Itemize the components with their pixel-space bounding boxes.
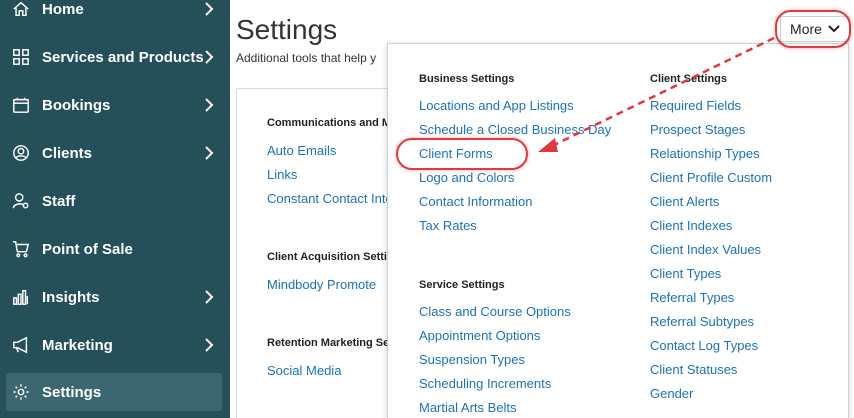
- page-subtitle: Additional tools that help y: [236, 51, 377, 65]
- more-annotation-circle: [775, 10, 851, 48]
- menu-item-index-values[interactable]: Client Index Values: [650, 242, 761, 257]
- sidebar-item-marketing[interactable]: Marketing: [6, 326, 222, 364]
- settings-link[interactable]: Mindbody Promote: [267, 277, 389, 292]
- chevron-right-icon: [204, 98, 218, 112]
- business-settings-heading: Business Settings: [419, 73, 515, 85]
- client-settings-heading: Client Settings: [650, 73, 728, 85]
- bar-chart-icon: [11, 287, 31, 307]
- calendar-icon: [11, 95, 31, 115]
- menu-item-contact-log[interactable]: Contact Log Types: [650, 338, 758, 353]
- chevron-right-icon: [204, 290, 218, 304]
- sidebar-item-label: Point of Sale: [42, 240, 133, 258]
- chevron-right-icon: [204, 338, 218, 352]
- sidebar-item-label: Bookings: [42, 96, 111, 114]
- chevron-right-icon: [204, 146, 218, 160]
- settings-panel: Communications and M Auto Emails Links C…: [236, 88, 396, 418]
- menu-item-appointment[interactable]: Appointment Options: [419, 328, 540, 343]
- more-dropdown-menu: Business Settings Locations and App List…: [387, 43, 849, 418]
- menu-item-logo-colors[interactable]: Logo and Colors: [419, 170, 514, 185]
- menu-item-locations[interactable]: Locations and App Listings: [419, 98, 574, 113]
- user-circle-icon: [11, 143, 31, 163]
- section-heading: Client Acquisition Setti: [267, 251, 387, 263]
- menu-item-client-types[interactable]: Client Types: [650, 266, 721, 281]
- service-settings-heading: Service Settings: [419, 279, 505, 291]
- sidebar-item-label: Clients: [42, 144, 93, 162]
- staff-icon: [11, 191, 31, 211]
- menu-item-client-indexes[interactable]: Client Indexes: [650, 218, 732, 233]
- menu-item-prospect-stages[interactable]: Prospect Stages: [650, 122, 745, 137]
- megaphone-icon: [11, 335, 31, 355]
- menu-item-contact-info[interactable]: Contact Information: [419, 194, 532, 209]
- section-heading: Retention Marketing Se: [267, 337, 389, 349]
- menu-item-suspension[interactable]: Suspension Types: [419, 352, 525, 367]
- settings-link[interactable]: Social Media: [267, 363, 389, 378]
- menu-item-referral-subtypes[interactable]: Referral Subtypes: [650, 314, 754, 329]
- menu-item-client-statuses[interactable]: Client Statuses: [650, 362, 737, 377]
- sidebar-item-settings[interactable]: Settings: [6, 373, 222, 411]
- sidebar-item-bookings[interactable]: Bookings: [6, 86, 222, 124]
- settings-link[interactable]: Auto Emails: [267, 143, 389, 158]
- chevron-right-icon: [204, 50, 218, 64]
- gear-icon: [11, 382, 31, 402]
- menu-item-tax-rates[interactable]: Tax Rates: [419, 218, 477, 233]
- client-forms-annotation-circle: [396, 138, 528, 170]
- sidebar-item-clients[interactable]: Clients: [6, 134, 222, 172]
- sidebar-item-label: Marketing: [42, 336, 113, 354]
- menu-item-gender[interactable]: Gender: [650, 386, 693, 401]
- menu-item-referral-types[interactable]: Referral Types: [650, 290, 734, 305]
- menu-item-profile-custom[interactable]: Client Profile Custom: [650, 170, 772, 185]
- sidebar-item-staff[interactable]: Staff: [6, 182, 222, 220]
- page-title: Settings: [236, 14, 338, 45]
- sidebar-item-label: Insights: [42, 288, 100, 306]
- menu-item-closed-day[interactable]: Schedule a Closed Business Day: [419, 122, 611, 137]
- menu-item-client-alerts[interactable]: Client Alerts: [650, 194, 719, 209]
- sidebar-item-label: Settings: [42, 383, 102, 401]
- sidebar-item-insights[interactable]: Insights: [6, 278, 222, 316]
- grid-icon: [11, 47, 31, 67]
- home-icon: [11, 0, 31, 19]
- sidebar-item-point-of-sale[interactable]: Point of Sale: [6, 230, 222, 268]
- settings-link[interactable]: Links: [267, 167, 389, 182]
- menu-item-relationship-types[interactable]: Relationship Types: [650, 146, 760, 161]
- sidebar: Home Services and Products Bookings Clie…: [0, 0, 230, 418]
- settings-link[interactable]: Constant Contact Inte: [267, 191, 389, 206]
- cart-icon: [11, 239, 31, 259]
- menu-item-required-fields[interactable]: Required Fields: [650, 98, 741, 113]
- menu-item-scheduling[interactable]: Scheduling Increments: [419, 376, 551, 391]
- sidebar-item-label: Services and Products: [42, 48, 204, 66]
- sidebar-item-label: Home: [42, 0, 84, 18]
- menu-item-class-course[interactable]: Class and Course Options: [419, 304, 571, 319]
- menu-item-martial-arts[interactable]: Martial Arts Belts: [419, 400, 517, 415]
- sidebar-item-label: Staff: [42, 192, 76, 210]
- sidebar-item-services-and-products[interactable]: Services and Products: [6, 38, 222, 76]
- sidebar-item-home[interactable]: Home: [6, 0, 222, 28]
- section-heading: Communications and M: [267, 117, 389, 129]
- chevron-right-icon: [204, 2, 218, 16]
